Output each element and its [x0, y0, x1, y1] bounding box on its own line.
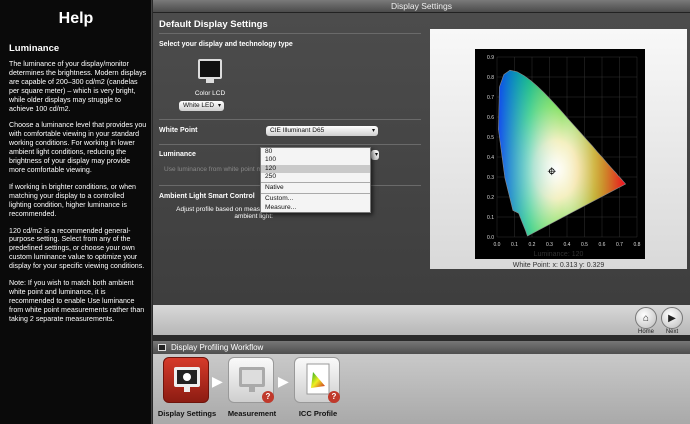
luminance-option-native[interactable]: Native	[261, 184, 370, 192]
y-tick-label: 0.9	[487, 55, 494, 61]
play-icon: ▶	[668, 313, 676, 324]
help-body: The luminance of your display/monitor de…	[9, 60, 147, 332]
step-label: Display Settings	[157, 409, 217, 418]
white-point-select[interactable]: CIE Illuminant D65 ▾	[266, 126, 378, 136]
x-tick-label: 0.6	[599, 242, 606, 248]
help-paragraph: 120 cd/m2 is a recommended general-purpo…	[9, 226, 145, 271]
help-paragraph: If working in brighter conditions, or wh…	[9, 182, 136, 218]
x-tick-label: 0.1	[511, 242, 518, 248]
y-tick-label: 0.7	[487, 95, 494, 101]
ambient-label: Ambient Light Smart Control	[159, 193, 255, 200]
y-tick-label: 0.5	[487, 135, 494, 141]
display-prompt: Select your display and technology type	[159, 41, 293, 48]
workflow-step-icc-profile[interactable]: ? ICC Profile	[286, 357, 346, 418]
x-tick-label: 0.0	[494, 242, 501, 248]
home-button[interactable]: ⌂	[635, 307, 657, 329]
y-tick-label: 0.2	[487, 195, 494, 201]
cie-diagram: 0.0 0.1 0.2 0.3 0.4 0.5 0.6 0.7 0.8 0.9 0.8 0.7 0.6 0…	[487, 55, 641, 248]
y-tick-label: 0.6	[487, 115, 494, 121]
nav-strip	[153, 305, 690, 335]
window-title: Display Settings	[153, 0, 690, 13]
display-settings-icon	[163, 357, 209, 403]
x-tick-label: 0.5	[581, 242, 588, 248]
white-point-caption: White Point: x: 0.313 y: 0.329	[512, 262, 605, 269]
luminance-dropdown[interactable]: 80 100 120 250 Native Custom... Measure.…	[260, 147, 371, 213]
gamut-hue-overlay	[498, 70, 626, 236]
luminance-hint: Use luminance from white point measureme…	[164, 166, 264, 173]
x-tick-label: 0.2	[529, 242, 536, 248]
monitor-icon	[174, 367, 200, 392]
help-panel: Help Luminance The luminance of your dis…	[0, 0, 152, 424]
help-paragraph: Choose a luminance level that provides y…	[9, 121, 147, 174]
x-tick-label: 0.8	[634, 242, 641, 248]
x-tick-label: 0.3	[546, 242, 553, 248]
app-window: Help Luminance The luminance of your dis…	[0, 0, 690, 424]
workflow-step-measurement[interactable]: ? Measurement	[220, 357, 280, 418]
luminance-caption: Luminance: 120	[533, 251, 584, 258]
luminance-option-100[interactable]: 100	[261, 156, 370, 164]
workflow-header: Display Profiling Workflow	[153, 341, 690, 354]
y-tick-label: 0.1	[487, 215, 494, 221]
help-paragraph: Note: If you wish to match both ambient …	[9, 279, 145, 323]
y-tick-label: 0.3	[487, 175, 494, 181]
help-subtitle: Luminance	[9, 43, 60, 54]
display-icon[interactable]	[198, 59, 222, 83]
technology-select[interactable]: White LED ▾	[179, 101, 224, 111]
dropdown-separator	[261, 182, 370, 184]
chevron-down-icon: ▾	[371, 128, 375, 134]
ambient-hint: Adjust profile based on measured ambient…	[176, 206, 273, 220]
dropdown-separator	[261, 193, 370, 195]
section-title: Default Display Settings	[159, 19, 268, 30]
home-icon: ⌂	[642, 313, 650, 324]
step-label: Measurement	[227, 409, 277, 418]
chart-plot-area: 0.0 0.1 0.2 0.3 0.4 0.5 0.6 0.7 0.8 0.9 0.8 0.7 0.6 0…	[475, 49, 645, 259]
luminance-option-measure[interactable]: Measure...	[261, 204, 370, 212]
luminance-select[interactable]: ▾	[371, 150, 379, 160]
y-tick-label: 0.4	[487, 155, 494, 161]
divider	[159, 33, 421, 34]
workflow-panel: Display Profiling Workflow Display Setti…	[153, 341, 690, 424]
luminance-option-80[interactable]: 80	[261, 148, 370, 156]
monitor-icon	[158, 344, 166, 351]
white-point-value: CIE Illuminant D65	[270, 127, 325, 134]
display-type-label: Color LCD	[194, 90, 226, 97]
divider	[159, 144, 421, 145]
step-label: ICC Profile	[298, 409, 338, 418]
y-tick-label: 0.0	[487, 235, 494, 241]
divider	[159, 119, 421, 120]
chevron-down-icon: ▾	[374, 152, 378, 158]
x-tick-label: 0.7	[616, 242, 623, 248]
white-point-label: White Point	[159, 127, 198, 134]
luminance-label: Luminance	[159, 151, 196, 158]
technology-value: White LED	[183, 102, 215, 109]
help-paragraph: The luminance of your display/monitor de…	[9, 60, 147, 113]
luminance-option-250[interactable]: 250	[261, 173, 370, 181]
chromaticity-chart: 0.0 0.1 0.2 0.3 0.4 0.5 0.6 0.7 0.8 0.9 0.8 0.7 0.6 0…	[430, 29, 687, 269]
question-icon: ?	[328, 391, 340, 403]
workflow-title: Display Profiling Workflow	[171, 343, 264, 352]
x-tick-label: 0.4	[564, 242, 571, 248]
luminance-option-120[interactable]: 120	[261, 164, 370, 173]
workflow-step-display-settings[interactable]: Display Settings	[155, 357, 216, 418]
luminance-option-custom[interactable]: Custom...	[261, 195, 370, 203]
y-tick-label: 0.8	[487, 75, 494, 81]
help-title: Help	[58, 10, 94, 27]
chevron-down-icon: ▾	[217, 103, 221, 109]
question-icon: ?	[262, 391, 274, 403]
settings-panel: Default Display Settings Select your dis…	[153, 13, 690, 305]
next-button[interactable]: ▶	[661, 307, 683, 329]
